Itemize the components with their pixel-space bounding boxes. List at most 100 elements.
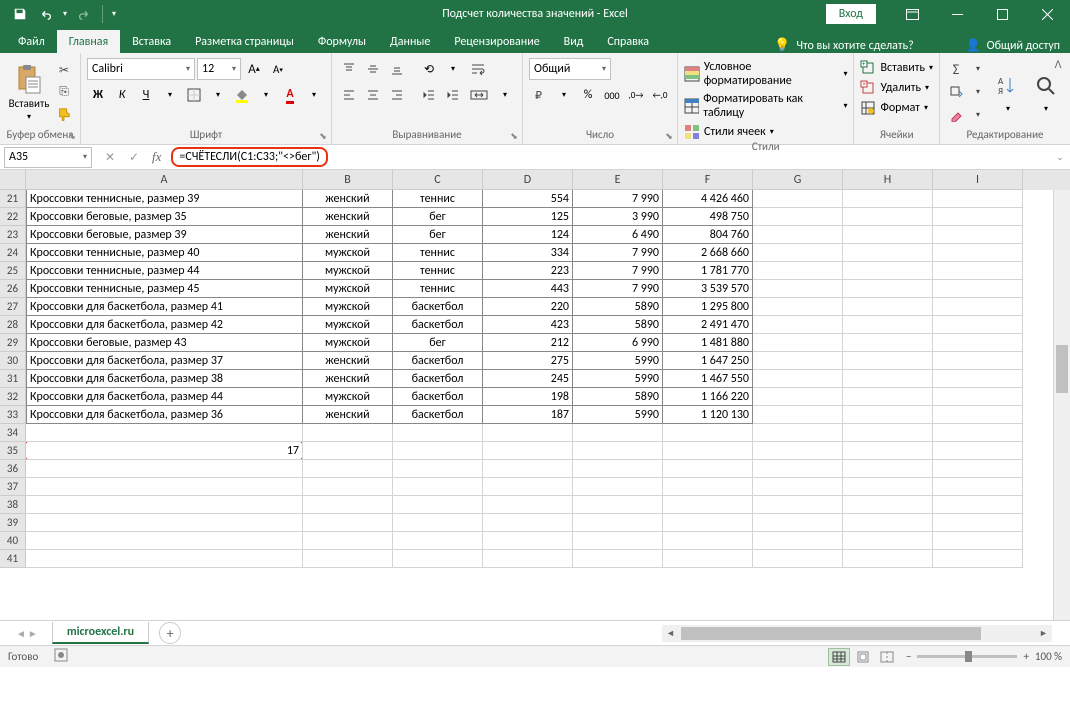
- zoom-out-icon[interactable]: −: [906, 650, 911, 663]
- cell[interactable]: [26, 496, 303, 514]
- cell[interactable]: [843, 532, 933, 550]
- cell[interactable]: [483, 442, 573, 460]
- cell[interactable]: женский: [303, 352, 393, 370]
- format-cells-button[interactable]: Формат▾: [860, 100, 933, 116]
- cell[interactable]: 275: [483, 352, 573, 370]
- cell[interactable]: [663, 424, 753, 442]
- cell[interactable]: [753, 370, 843, 388]
- conditional-formatting-button[interactable]: Условное форматирование▾: [684, 60, 847, 88]
- cell[interactable]: мужской: [303, 244, 393, 262]
- cell[interactable]: 2 668 660: [663, 244, 753, 262]
- cell[interactable]: [393, 550, 483, 568]
- cell[interactable]: [663, 550, 753, 568]
- cell[interactable]: [393, 514, 483, 532]
- cell[interactable]: [753, 514, 843, 532]
- normal-view-icon[interactable]: [828, 648, 850, 666]
- cell[interactable]: [303, 550, 393, 568]
- cell[interactable]: 7 990: [573, 262, 663, 280]
- decrease-font-icon[interactable]: A▾: [267, 58, 289, 80]
- cell[interactable]: [933, 496, 1023, 514]
- cell[interactable]: [753, 442, 843, 460]
- cell[interactable]: [393, 442, 483, 460]
- cell[interactable]: [573, 532, 663, 550]
- cell[interactable]: [933, 262, 1023, 280]
- tab-data[interactable]: Данные: [378, 30, 442, 53]
- merge-icon[interactable]: [466, 84, 492, 106]
- cell[interactable]: мужской: [303, 262, 393, 280]
- maximize-icon[interactable]: [980, 0, 1025, 28]
- cell[interactable]: 1 120 130: [663, 406, 753, 424]
- cell[interactable]: [843, 352, 933, 370]
- cell[interactable]: [753, 496, 843, 514]
- cell[interactable]: мужской: [303, 316, 393, 334]
- tab-help[interactable]: Справка: [595, 30, 661, 53]
- cell[interactable]: [753, 226, 843, 244]
- page-break-view-icon[interactable]: [876, 648, 898, 666]
- currency-icon[interactable]: ₽: [529, 84, 551, 106]
- cell[interactable]: [843, 460, 933, 478]
- cell[interactable]: женский: [303, 226, 393, 244]
- cell[interactable]: баскетбол: [393, 406, 483, 424]
- decrease-decimal-icon[interactable]: ←,0: [649, 84, 671, 106]
- cell[interactable]: 423: [483, 316, 573, 334]
- cell[interactable]: [26, 424, 303, 442]
- align-top-icon[interactable]: [338, 58, 360, 80]
- cell[interactable]: 1 781 770: [663, 262, 753, 280]
- format-as-table-button[interactable]: Форматировать как таблицу▾: [684, 92, 847, 120]
- cell[interactable]: [483, 532, 573, 550]
- cell[interactable]: Кроссовки для баскетбола, размер 38: [26, 370, 303, 388]
- cell[interactable]: [26, 550, 303, 568]
- cell[interactable]: [663, 442, 753, 460]
- cell[interactable]: [843, 424, 933, 442]
- cell[interactable]: женский: [303, 208, 393, 226]
- col-header[interactable]: H: [843, 170, 933, 190]
- cell[interactable]: 7 990: [573, 190, 663, 208]
- cell[interactable]: [663, 478, 753, 496]
- cell[interactable]: 5990: [573, 406, 663, 424]
- cell[interactable]: Кроссовки теннисные, размер 44: [26, 262, 303, 280]
- cell[interactable]: [933, 550, 1023, 568]
- expand-formula-bar-icon[interactable]: ⌄: [1050, 152, 1070, 163]
- cell[interactable]: [663, 496, 753, 514]
- cell[interactable]: [933, 244, 1023, 262]
- cell[interactable]: [843, 190, 933, 208]
- borders-icon[interactable]: [183, 84, 205, 106]
- autosum-icon[interactable]: Σ: [946, 59, 966, 79]
- tab-home[interactable]: Главная: [57, 30, 120, 53]
- decrease-indent-icon[interactable]: [418, 84, 440, 106]
- cell[interactable]: [933, 514, 1023, 532]
- cell[interactable]: 124: [483, 226, 573, 244]
- cell[interactable]: [26, 532, 303, 550]
- row-header[interactable]: 36: [0, 460, 26, 478]
- cell[interactable]: [303, 532, 393, 550]
- cell[interactable]: 804 760: [663, 226, 753, 244]
- cell[interactable]: [933, 352, 1023, 370]
- cell[interactable]: Кроссовки для баскетбола, размер 37: [26, 352, 303, 370]
- italic-button[interactable]: К: [111, 84, 133, 106]
- insert-cells-button[interactable]: +Вставить▾: [860, 60, 933, 76]
- cell[interactable]: 5990: [573, 370, 663, 388]
- cell[interactable]: [843, 226, 933, 244]
- cell[interactable]: [753, 208, 843, 226]
- cell[interactable]: женский: [303, 406, 393, 424]
- col-header[interactable]: E: [573, 170, 663, 190]
- row-header[interactable]: 38: [0, 496, 26, 514]
- cell[interactable]: [933, 406, 1023, 424]
- cell[interactable]: [663, 514, 753, 532]
- cell[interactable]: [26, 478, 303, 496]
- cell[interactable]: [393, 496, 483, 514]
- cell[interactable]: теннис: [393, 262, 483, 280]
- row-header[interactable]: 22: [0, 208, 26, 226]
- cell[interactable]: [933, 280, 1023, 298]
- row-header[interactable]: 40: [0, 532, 26, 550]
- cell[interactable]: 3 539 570: [663, 280, 753, 298]
- sheet-nav-next-icon[interactable]: ►: [28, 627, 38, 640]
- increase-decimal-icon[interactable]: ,0→: [625, 84, 647, 106]
- cell-selected[interactable]: 17: [26, 442, 303, 460]
- col-header[interactable]: F: [663, 170, 753, 190]
- cell[interactable]: [753, 478, 843, 496]
- increase-indent-icon[interactable]: [442, 84, 464, 106]
- cell[interactable]: [483, 550, 573, 568]
- fill-dd[interactable]: ▾: [255, 84, 277, 106]
- cell[interactable]: 1 647 250: [663, 352, 753, 370]
